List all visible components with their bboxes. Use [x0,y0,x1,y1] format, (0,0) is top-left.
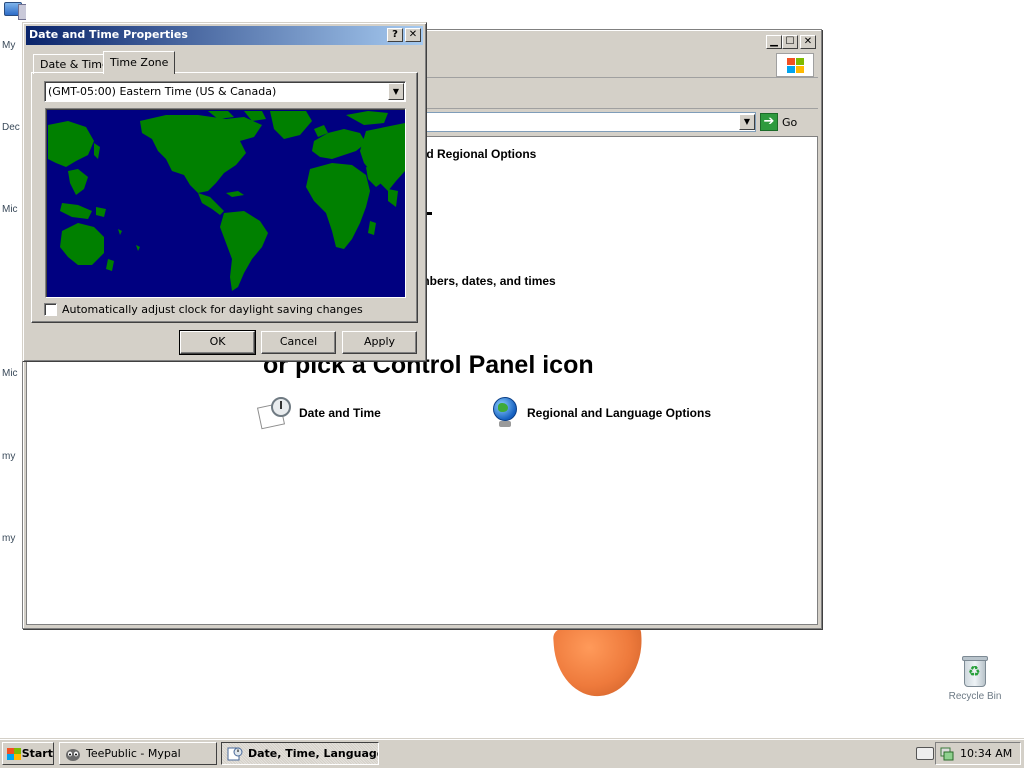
taskbar-button-mypal[interactable]: TeePublic - Mypal [59,742,217,765]
minimize-icon: ▁ [770,36,778,47]
desktop-icon-label: my [2,533,16,544]
cancel-button[interactable]: Cancel [261,331,336,354]
date-time-icon [256,397,291,430]
taskbar-button-label: TeePublic - Mypal [86,747,181,760]
network-icon[interactable] [940,747,954,761]
system-tray: 10:34 AM [935,742,1021,765]
chevron-down-icon: ▼ [392,87,400,96]
time-zone-value: (GMT-05:00) Eastern Time (US & Canada) [48,85,277,98]
minimize-button[interactable]: ▁ [766,35,782,49]
taskbar: Start TeePublic - Mypal Date, Time, Lang… [0,738,1024,768]
task-link-numbers-dates-times[interactable]: mbers, dates, and times [419,274,556,288]
tab-time-zone[interactable]: Time Zone [103,51,176,74]
desktop-icon-label: My [2,40,16,51]
go-label: Go [782,115,798,129]
address-dropdown-button[interactable]: ▼ [739,114,755,130]
desktop-icon-label: Dec [2,122,20,133]
dst-checkbox-row[interactable]: Automatically adjust clock for daylight … [44,303,363,316]
dst-checkbox-label[interactable]: Automatically adjust clock for daylight … [62,303,363,316]
cp-icon-date-and-time[interactable]: Date and Time [256,397,381,430]
wallpaper-shape [552,623,646,699]
go-button[interactable]: ➔ Go [760,113,814,131]
taskbar-clock[interactable]: 10:34 AM [960,747,1012,760]
task-link-regional-options[interactable]: nd Regional Options [419,147,536,161]
close-icon: ✕ [803,36,813,47]
dialog-close-button[interactable]: ✕ [405,28,421,42]
cp-icon-label: Regional and Language Options [527,406,712,420]
cp-icon-regional-language[interactable]: Regional and Language Options [491,397,711,429]
desktop-icon-label: Mic [2,368,18,379]
recycle-bin-label: Recycle Bin [948,691,1002,702]
chevron-down-icon: ▼ [743,117,751,126]
close-button[interactable]: ✕ [800,35,816,49]
start-label: Start [21,747,53,760]
cp-icon-label: Date and Time [299,406,381,420]
help-icon: ? [392,29,398,40]
mypal-icon [66,748,80,761]
taskbar-button-label: Date, Time, Language... [248,747,378,760]
desktop-icon-recycle-bin[interactable]: ♻ Recycle Bin [944,656,1006,702]
taskbar-button-date-time-language[interactable]: Date, Time, Language... [221,742,379,765]
world-map-image [48,111,405,297]
windows-logo-icon [776,53,814,77]
keyboard-icon[interactable] [916,747,934,760]
control-panel-icon [227,747,243,760]
windows-flag-icon [6,747,21,761]
world-map [45,108,406,298]
ok-button[interactable]: OK [179,330,256,355]
dialog-title: Date and Time Properties [29,28,188,41]
date-time-properties-dialog: Date and Time Properties ? ✕ Date & Time… [22,22,427,362]
time-zone-dropdown-button[interactable]: ▼ [388,83,404,100]
maximize-icon: ☐ [785,36,795,47]
desktop-icon-label: my [2,451,16,462]
go-arrow-icon: ➔ [760,113,778,131]
time-zone-tab-page: (GMT-05:00) Eastern Time (US & Canada) ▼ [31,72,418,323]
dst-checkbox[interactable] [44,303,57,316]
desktop-icon-label: Mic [2,204,18,215]
start-button[interactable]: Start [2,742,54,765]
maximize-button[interactable]: ☐ [782,35,798,49]
dialog-titlebar[interactable]: Date and Time Properties ? ✕ [26,26,423,45]
recycle-bin-icon: ♻ [961,656,989,688]
apply-button[interactable]: Apply [342,331,417,354]
close-icon: ✕ [408,29,418,40]
time-zone-select[interactable]: (GMT-05:00) Eastern Time (US & Canada) ▼ [44,81,406,102]
computer-icon [4,2,26,20]
help-button[interactable]: ? [387,28,403,42]
globe-icon [491,397,519,429]
